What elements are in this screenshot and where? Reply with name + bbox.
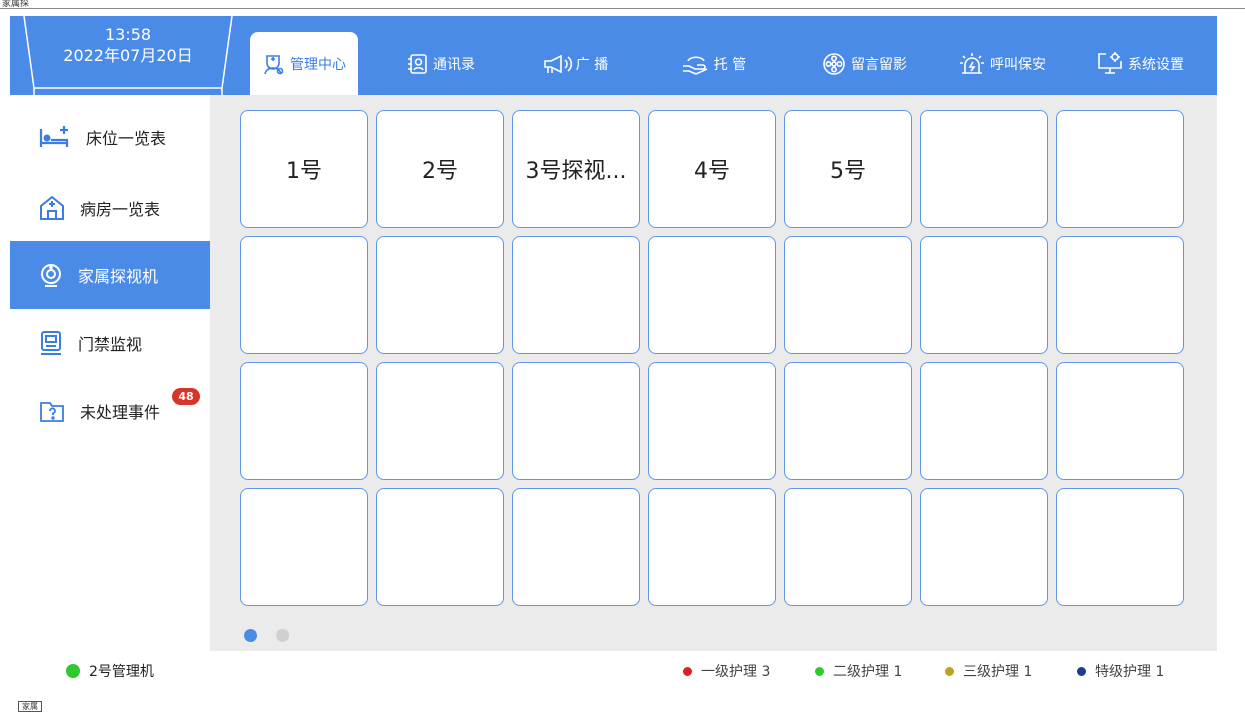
legend-level-2: 二级护理 1 — [815, 661, 902, 681]
visit-slot[interactable]: 3号探视... — [512, 110, 640, 228]
camera-icon — [41, 264, 61, 287]
taskbar-app-icon[interactable]: 家属 — [18, 701, 42, 712]
legend-dot — [683, 666, 692, 676]
visit-slot[interactable] — [784, 236, 912, 354]
visit-slot[interactable] — [1056, 488, 1184, 606]
legend-label: 二级护理 1 — [833, 664, 903, 680]
visit-slot[interactable] — [240, 488, 368, 606]
visit-slot[interactable] — [376, 236, 504, 354]
door-monitor-icon — [41, 331, 61, 355]
visit-slot[interactable]: 4号 — [648, 110, 776, 228]
sidebar-item-access-monitor[interactable]: 门禁监视 — [10, 309, 210, 377]
tab-label: 留言留影 — [851, 56, 907, 73]
sidebar-item-family-visit[interactable]: 家属探视机 — [10, 241, 210, 309]
tab-label: 管理中心 — [290, 56, 346, 73]
visit-slot[interactable] — [784, 488, 912, 606]
visit-slot[interactable] — [920, 236, 1048, 354]
legend-level-1: 一级护理 3 — [683, 661, 770, 681]
visit-slot[interactable] — [1056, 362, 1184, 480]
pager-dot-active[interactable] — [244, 629, 257, 642]
clock-date: 2022年07月20日 — [63, 46, 193, 65]
visit-slot[interactable]: 5号 — [784, 110, 912, 228]
visit-slot[interactable]: 1号 — [240, 110, 368, 228]
visit-slot[interactable] — [648, 236, 776, 354]
alarm-icon — [960, 52, 984, 74]
visit-slot[interactable] — [920, 110, 1048, 228]
device-name: 2号管理机 — [89, 664, 154, 680]
clock-panel: 13:58 2022年07月20日 — [22, 16, 234, 95]
hand-icon — [682, 55, 708, 75]
bed-icon — [39, 126, 69, 147]
visit-slot[interactable] — [512, 488, 640, 606]
tab-label: 通讯录 — [433, 56, 475, 73]
tab-label: 托 管 — [713, 56, 747, 73]
top-divider — [0, 8, 1245, 9]
film-reel-icon — [823, 52, 845, 75]
sidebar-item-label: 门禁监视 — [78, 335, 143, 354]
visit-slot[interactable] — [512, 362, 640, 480]
sidebar-item-bed-list[interactable]: 床位一览表 — [10, 103, 210, 171]
tab-messages[interactable]: 留言留影 — [815, 32, 913, 95]
pager-dot[interactable] — [276, 629, 289, 642]
visit-slot[interactable] — [376, 362, 504, 480]
ward-icon — [40, 195, 64, 220]
sidebar-item-label: 床位一览表 — [86, 129, 167, 148]
visit-slot[interactable] — [240, 362, 368, 480]
legend-level-3: 三级护理 1 — [945, 661, 1032, 681]
sidebar-item-label: 家属探视机 — [78, 267, 159, 286]
visit-slot[interactable] — [1056, 110, 1184, 228]
tab-call-security[interactable]: 呼叫保安 — [953, 32, 1051, 95]
contacts-icon — [408, 53, 427, 74]
legend-label: 一级护理 3 — [701, 664, 771, 680]
visit-slot[interactable] — [648, 362, 776, 480]
tab-contacts[interactable]: 通讯录 — [395, 32, 485, 95]
tab-custody[interactable]: 托 管 — [673, 32, 753, 95]
tab-management-center[interactable]: 管理中心 — [250, 32, 358, 95]
legend-label: 特级护理 1 — [1095, 664, 1165, 680]
sidebar-item-ward-list[interactable]: 病房一览表 — [10, 174, 210, 242]
app-window: 家属探 13:58 2022年07月20日 管理中心 通讯录 广 播 托 管 留… — [0, 0, 1245, 712]
legend-dot — [945, 666, 954, 676]
visit-slot[interactable] — [512, 236, 640, 354]
monitor-gear-icon — [1098, 51, 1122, 74]
tab-broadcast[interactable]: 广 播 — [535, 32, 615, 95]
visit-slot[interactable] — [920, 488, 1048, 606]
visit-slot[interactable]: 2号 — [376, 110, 504, 228]
legend-special: 特级护理 1 — [1077, 661, 1164, 681]
visit-slot[interactable] — [1056, 236, 1184, 354]
visit-slot[interactable] — [376, 488, 504, 606]
legend-dot — [1077, 666, 1086, 676]
folder-question-icon — [40, 402, 64, 422]
legend-label: 三级护理 1 — [963, 664, 1033, 680]
sidebar-item-label: 病房一览表 — [80, 200, 161, 219]
online-status-dot — [66, 664, 80, 678]
tab-label: 呼叫保安 — [990, 56, 1046, 73]
visit-slot[interactable] — [648, 488, 776, 606]
visit-slot[interactable] — [784, 362, 912, 480]
tab-system-settings[interactable]: 系统设置 — [1090, 32, 1190, 95]
nurse-icon — [264, 54, 284, 74]
tab-label: 广 播 — [575, 56, 609, 73]
legend-dot — [815, 666, 824, 676]
megaphone-icon — [543, 54, 572, 73]
pending-events-count-badge: 48 — [172, 388, 200, 405]
visit-slot[interactable] — [240, 236, 368, 354]
visit-slot[interactable] — [920, 362, 1048, 480]
tab-label: 系统设置 — [1128, 56, 1184, 73]
sidebar-item-label: 未处理事件 — [80, 403, 161, 422]
device-status: 2号管理机 — [10, 651, 210, 691]
clock-time: 13:58 — [104, 25, 152, 44]
